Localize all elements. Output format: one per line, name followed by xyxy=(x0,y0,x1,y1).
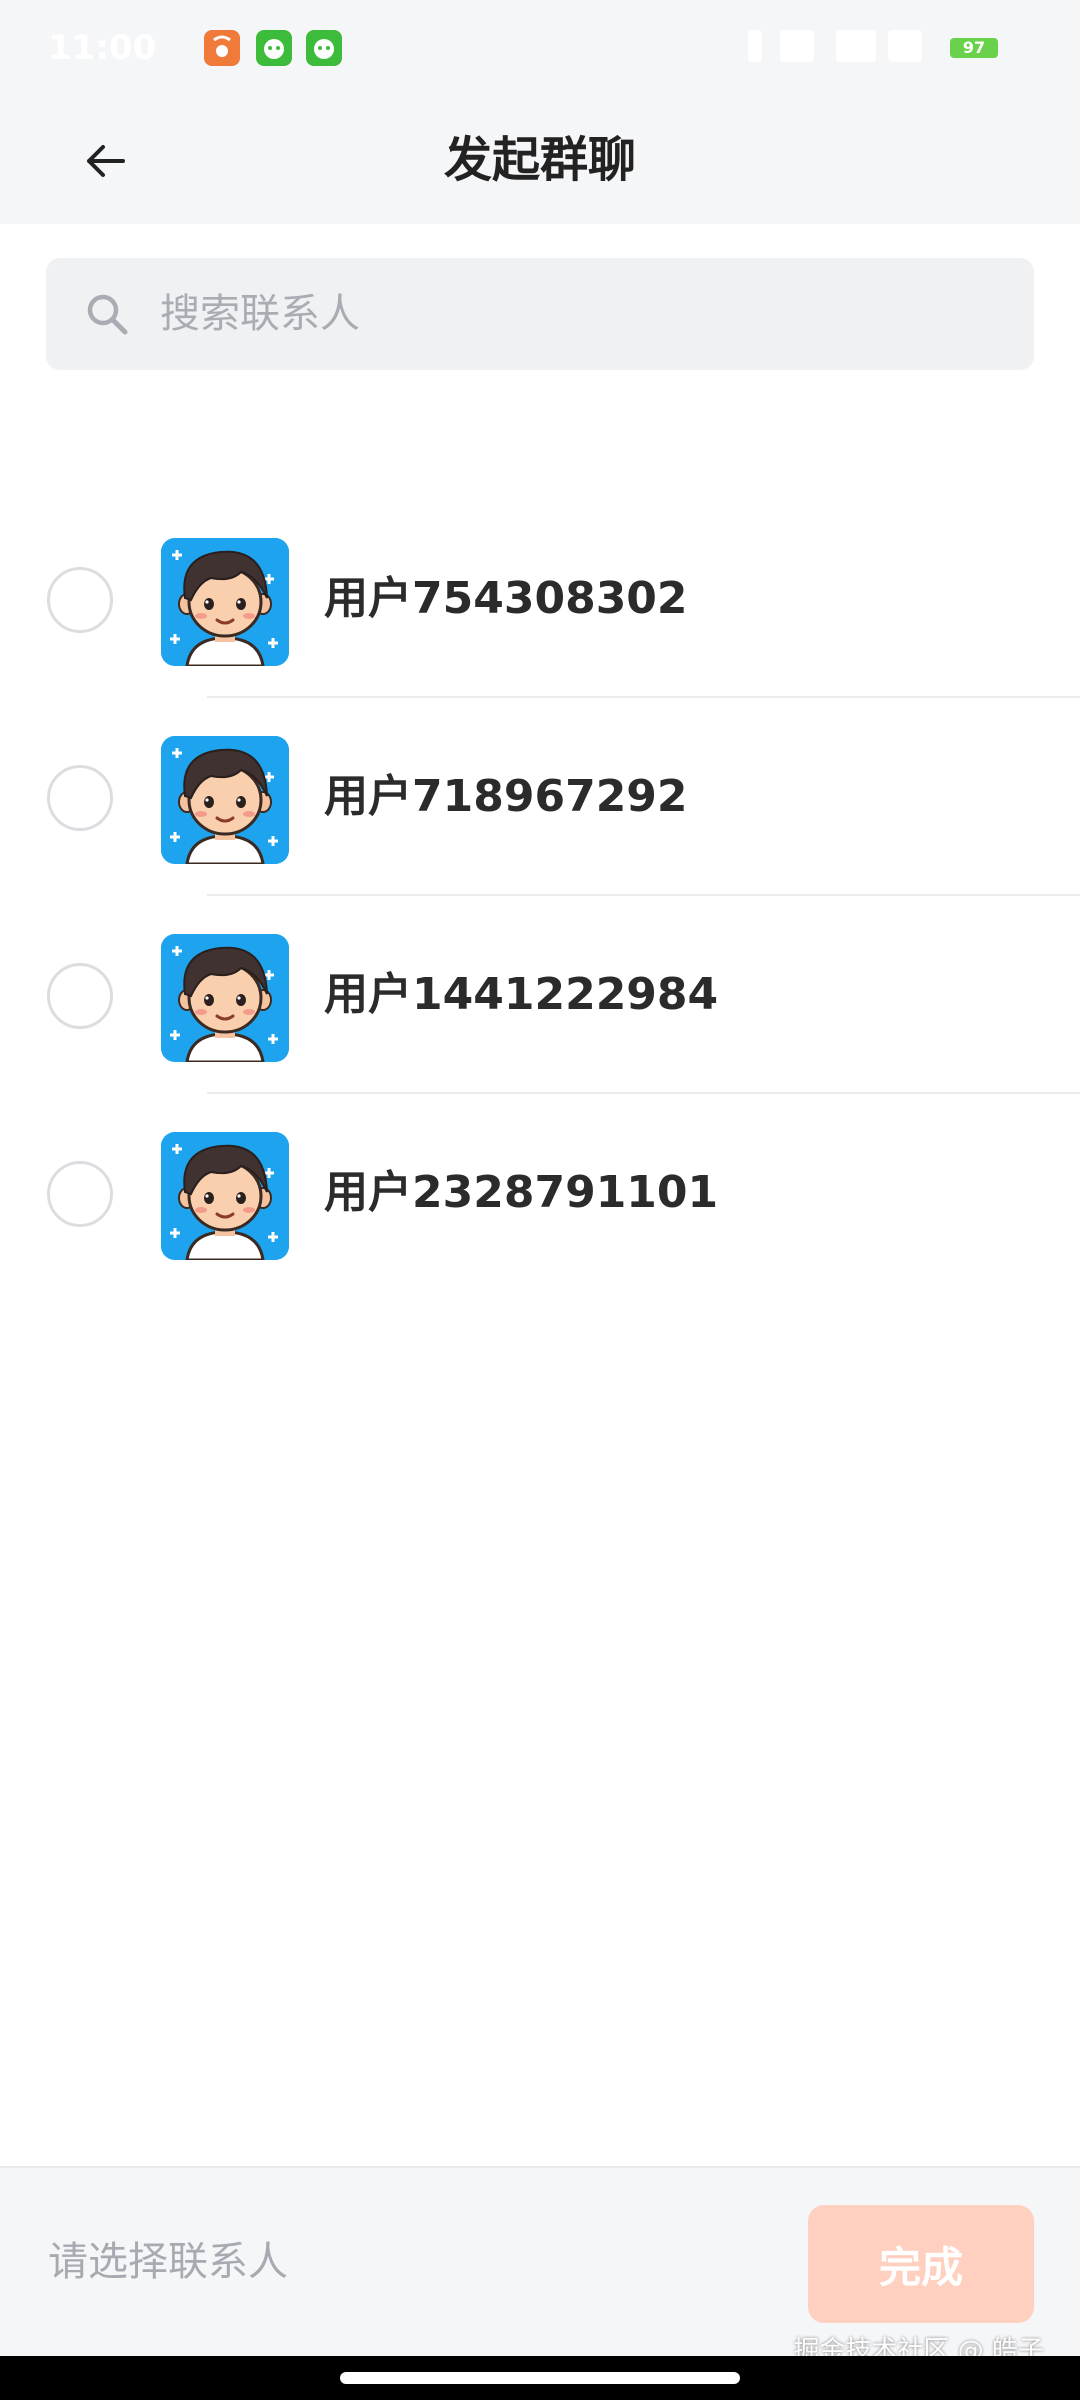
contact-name: 用户1441222984 xyxy=(324,969,719,1020)
contact-row[interactable]: 用户1441222984 xyxy=(0,896,1080,1094)
footer: 请选择联系人 完成 xyxy=(0,2166,1080,2356)
contact-name: 用户718967292 xyxy=(324,771,688,822)
search-input[interactable] xyxy=(160,258,1034,370)
contact-name: 用户754308302 xyxy=(324,573,688,624)
select-radio[interactable] xyxy=(47,567,113,633)
bluetooth-icon xyxy=(748,30,762,62)
header: 发起群聊 xyxy=(0,96,1080,224)
contact-row[interactable]: 用户2328791101 xyxy=(0,1094,1080,1292)
select-radio[interactable] xyxy=(47,963,113,1029)
signal-icon xyxy=(836,30,876,62)
search-box[interactable] xyxy=(46,258,1034,370)
status-time: 11:00 xyxy=(48,28,157,68)
wechat-bot-icon xyxy=(256,30,292,66)
contact-name: 用户2328791101 xyxy=(324,1167,719,1218)
selected-hint: 请选择联系人 xyxy=(48,2239,288,2285)
avatar xyxy=(161,736,289,864)
avatar xyxy=(161,934,289,1062)
home-indicator[interactable] xyxy=(340,2372,740,2384)
avatar xyxy=(161,538,289,666)
back-button[interactable] xyxy=(70,126,140,196)
select-radio[interactable] xyxy=(47,1161,113,1227)
contact-row[interactable]: 用户754308302 xyxy=(0,500,1080,698)
done-button[interactable]: 完成 xyxy=(808,2205,1034,2323)
wechat-bot-icon xyxy=(306,30,342,66)
search-icon xyxy=(87,294,128,335)
contact-list: 用户754308302 用户718967292 用户1441222984 用户2… xyxy=(0,500,1080,1292)
contact-row[interactable]: 用户718967292 xyxy=(0,698,1080,896)
wifi-icon xyxy=(888,30,922,62)
battery-icon: 97 xyxy=(950,38,998,58)
arrow-left-icon xyxy=(87,145,125,177)
status-bar: 11:00 97 xyxy=(0,0,1080,96)
select-radio[interactable] xyxy=(47,765,113,831)
taobao-icon xyxy=(204,30,240,66)
avatar xyxy=(161,1132,289,1260)
page-title: 发起群聊 xyxy=(443,132,636,188)
nfc-icon xyxy=(780,30,814,62)
nav-bar xyxy=(0,2356,1080,2400)
